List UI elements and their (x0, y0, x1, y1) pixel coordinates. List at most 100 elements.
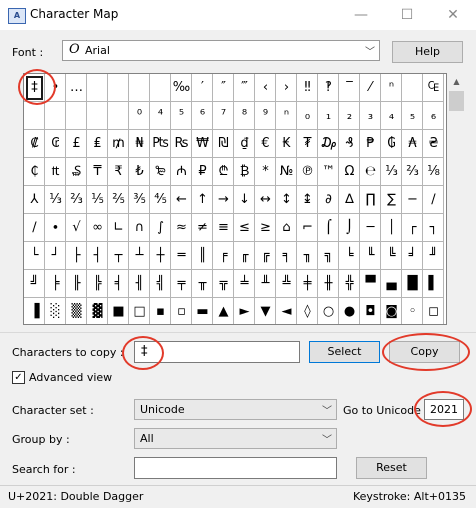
char-cell[interactable]: ‴ (234, 74, 255, 102)
char-cell[interactable]: ₶ (45, 158, 66, 186)
char-cell[interactable]: ░ (45, 298, 66, 324)
char-cell[interactable]: ₢ (45, 130, 66, 158)
char-cell[interactable]: │ (381, 214, 402, 242)
char-cell[interactable]: £ (66, 130, 87, 158)
char-cell[interactable]: ▪ (150, 298, 171, 324)
reset-button[interactable]: Reset (356, 457, 427, 479)
char-cell[interactable]: ⅘ (150, 186, 171, 214)
char-cell[interactable]: ╠ (87, 270, 108, 298)
char-cell[interactable]: ∟ (108, 214, 129, 242)
char-cell[interactable]: □ (129, 298, 150, 324)
char-cell[interactable] (150, 74, 171, 102)
char-cell[interactable]: ⁹ (255, 102, 276, 130)
char-cell[interactable]: ‼ (297, 74, 318, 102)
char-cell[interactable]: ₥ (108, 130, 129, 158)
char-cell[interactable]: ₺ (129, 158, 150, 186)
char-cell[interactable]: ◙ (381, 298, 402, 324)
char-cell[interactable]: ╔ (255, 242, 276, 270)
char-cell[interactable]: ₨ (171, 130, 192, 158)
char-cell[interactable]: ′ (192, 74, 213, 102)
char-cell[interactable]: ▐ (24, 298, 45, 324)
char-cell[interactable]: ⅔ (66, 186, 87, 214)
char-cell[interactable]: ╣ (150, 270, 171, 298)
char-cell[interactable]: ┘ (45, 242, 66, 270)
char-cell[interactable]: ₧ (150, 130, 171, 158)
char-cell[interactable]: ╒ (213, 242, 234, 270)
char-cell[interactable]: ▲ (213, 298, 234, 324)
char-cell[interactable]: ┴ (129, 242, 150, 270)
char-cell[interactable]: ∕ (423, 186, 444, 214)
char-cell[interactable]: ⅓ (45, 186, 66, 214)
char-cell[interactable]: ┼ (150, 242, 171, 270)
char-cell[interactable]: ┤ (87, 242, 108, 270)
char-cell[interactable]: ≡ (213, 214, 234, 242)
char-cell[interactable] (402, 74, 423, 102)
char-cell[interactable]: ⅛ (423, 158, 444, 186)
char-cell[interactable]: ₤ (87, 130, 108, 158)
char-cell[interactable]: ₰ (339, 130, 360, 158)
char-cell[interactable]: ⁿ (381, 74, 402, 102)
char-cell[interactable]: ₠ (423, 74, 444, 102)
char-cell[interactable]: ₻ (150, 158, 171, 186)
char-cell[interactable]: ╞ (45, 270, 66, 298)
char-cell[interactable]: ″ (213, 74, 234, 102)
char-cell[interactable] (87, 74, 108, 102)
char-cell[interactable]: ╝ (24, 270, 45, 298)
character-set-dropdown[interactable]: Unicode ﹀ (134, 399, 337, 420)
char-cell[interactable]: ⁄ (360, 74, 381, 102)
help-button[interactable]: Help (392, 41, 463, 63)
char-cell[interactable]: ₴ (423, 130, 444, 158)
char-cell[interactable]: ™ (318, 158, 339, 186)
char-cell[interactable]: ≈ (171, 214, 192, 242)
char-cell[interactable]: ⁿ (276, 102, 297, 130)
char-cell[interactable]: Ω (339, 158, 360, 186)
char-cell[interactable]: ├ (66, 242, 87, 270)
char-cell[interactable]: ╖ (297, 242, 318, 270)
char-cell[interactable]: ⅗ (129, 186, 150, 214)
char-cell[interactable]: ↔ (255, 186, 276, 214)
char-cell[interactable]: ₹ (108, 158, 129, 186)
char-cell[interactable]: ┬ (108, 242, 129, 270)
char-cell[interactable]: ⁰ (129, 102, 150, 130)
char-cell[interactable]: ‾ (339, 74, 360, 102)
char-cell[interactable]: ₳ (402, 130, 423, 158)
char-cell[interactable]: ║ (192, 242, 213, 270)
char-cell[interactable]: ⌂ (276, 214, 297, 242)
char-cell[interactable]: ╡ (108, 270, 129, 298)
char-cell[interactable] (108, 74, 129, 102)
char-cell[interactable]: ≥ (255, 214, 276, 242)
char-cell[interactable]: → (213, 186, 234, 214)
advanced-view-checkbox[interactable]: ✓ (12, 371, 25, 384)
close-button[interactable]: ✕ (430, 0, 476, 30)
maximize-button[interactable]: ☐ (384, 0, 430, 30)
char-cell[interactable]: ₦ (129, 130, 150, 158)
char-cell[interactable]: ∫ (150, 214, 171, 242)
char-cell[interactable]: ╬ (339, 270, 360, 298)
char-cell[interactable]: ╗ (318, 242, 339, 270)
char-cell[interactable] (108, 102, 129, 130)
char-cell[interactable]: ◊ (297, 298, 318, 324)
char-cell[interactable]: ₸ (87, 158, 108, 186)
char-cell[interactable]: ℗ (297, 158, 318, 186)
select-button[interactable]: Select (309, 341, 380, 363)
char-cell[interactable]: ▒ (66, 298, 87, 324)
char-cell[interactable]: ■ (108, 298, 129, 324)
char-cell[interactable]: ╜ (423, 242, 444, 270)
char-cell[interactable]: ₵ (24, 158, 45, 186)
char-cell[interactable]: ↨ (297, 186, 318, 214)
char-cell[interactable]: ↕ (276, 186, 297, 214)
char-cell[interactable]: * (255, 158, 276, 186)
char-cell[interactable]: ◘ (360, 298, 381, 324)
scroll-thumb[interactable] (449, 91, 464, 111)
char-cell[interactable]: ₮ (297, 130, 318, 158)
char-cell[interactable]: ╓ (234, 242, 255, 270)
char-cell[interactable]: ╤ (171, 270, 192, 298)
char-cell[interactable]: ◦ (402, 298, 423, 324)
char-cell[interactable]: ▼ (255, 298, 276, 324)
char-cell[interactable]: ↓ (234, 186, 255, 214)
char-cell[interactable]: ₄ (381, 102, 402, 130)
char-cell[interactable]: ╙ (360, 242, 381, 270)
char-cell[interactable]: − (402, 186, 423, 214)
char-cell[interactable]: ╟ (66, 270, 87, 298)
char-cell[interactable]: ₫ (234, 130, 255, 158)
